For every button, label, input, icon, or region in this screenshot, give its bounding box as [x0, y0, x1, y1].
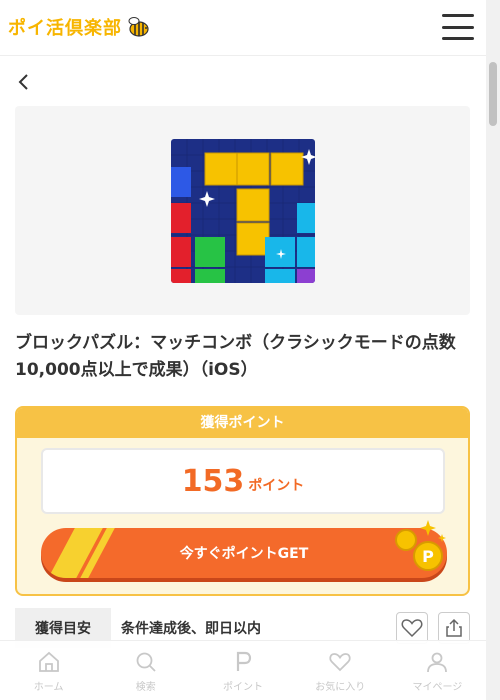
svg-text:P: P: [422, 547, 434, 566]
point-icon: [236, 651, 252, 671]
estimate-value: 条件達成後、即日以内: [121, 621, 261, 637]
offer-hero: [15, 106, 470, 315]
bottom-navigation: ホーム 検索 ポイント お気に入り マイページ: [0, 640, 486, 700]
block-puzzle-app-icon: [171, 139, 315, 283]
nav-label-favorites: お気に入り: [315, 682, 366, 693]
site-logo[interactable]: ポイ活倶楽部: [8, 14, 150, 40]
nav-label-search: 検索: [135, 682, 156, 693]
points-unit: ポイント: [248, 478, 305, 494]
nav-item-mypage[interactable]: マイページ: [389, 641, 486, 700]
nav-label-point: ポイント: [223, 682, 263, 693]
nav-item-point[interactable]: ポイント: [194, 641, 291, 700]
nav-item-favorites[interactable]: お気に入り: [292, 641, 389, 700]
scrollbar-thumb[interactable]: [489, 62, 497, 126]
hamburger-menu-icon[interactable]: [442, 14, 474, 40]
get-points-button[interactable]: 今すぐポイントGET: [41, 528, 447, 578]
home-icon: [38, 651, 59, 672]
coins-icon: P: [395, 520, 446, 571]
get-points-button-label: 今すぐポイントGET: [179, 546, 309, 562]
nav-item-home[interactable]: ホーム: [0, 641, 97, 700]
heart-icon: [329, 653, 351, 672]
search-icon: [136, 652, 156, 672]
points-value: 153: [181, 463, 245, 499]
page-scrollbar[interactable]: [486, 0, 500, 700]
person-icon: [427, 652, 448, 673]
offer-title: ブロックパズル：マッチコンボ（クラシックモードの点数10,000点以上で成果）（…: [15, 333, 456, 380]
points-header: 獲得ポイント: [17, 408, 468, 438]
points-panel: 獲得ポイント 153 ポイント 今すぐポイントGET P: [15, 406, 470, 596]
logo-text: ポイ活倶楽部: [8, 18, 122, 39]
share-icon: [446, 618, 462, 637]
app-header: ポイ活倶楽部: [0, 0, 486, 56]
nav-label-mypage: マイページ: [412, 682, 463, 693]
heart-icon: [401, 619, 423, 638]
chevron-left-icon[interactable]: [14, 70, 34, 94]
points-value-box: 153 ポイント: [41, 448, 445, 514]
nav-label-home: ホーム: [33, 682, 64, 693]
bee-icon: [128, 17, 149, 37]
nav-item-search[interactable]: 検索: [97, 641, 194, 700]
